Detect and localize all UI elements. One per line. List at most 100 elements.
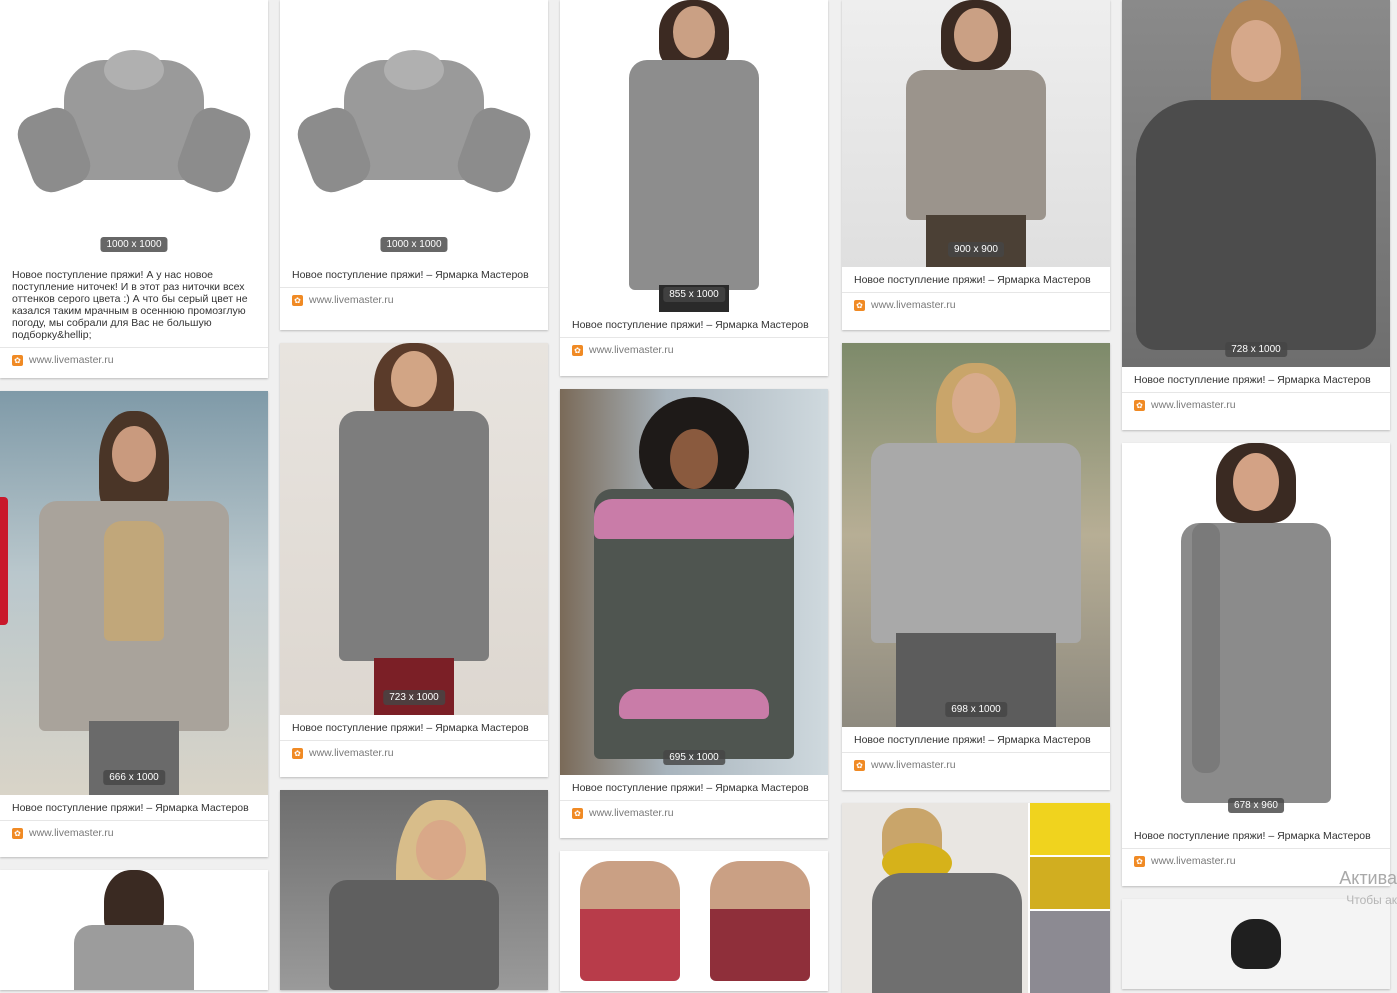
pin-card[interactable] [842,803,1110,993]
pin-source[interactable]: ✿ www.livemaster.ru [842,752,1110,777]
image-size-badge: 698 x 1000 [945,702,1007,717]
pin-image[interactable] [560,851,828,991]
model-head [673,6,715,58]
model-head [112,426,156,482]
pin-card[interactable]: 900 x 900 Новое поступление пряжи! – Ярм… [842,0,1110,330]
pin-card[interactable]: 695 x 1000 Новое поступление пряжи! – Яр… [560,389,828,838]
pin-card[interactable]: 1000 x 1000 Новое поступление пряжи! А у… [0,0,268,378]
pin-card[interactable]: 728 x 1000 Новое поступление пряжи! – Яр… [1122,0,1390,430]
pin-image[interactable]: 695 x 1000 [560,389,828,775]
livemaster-icon: ✿ [1134,399,1145,411]
pin-caption: Новое поступление пряжи! – Ярмарка Масте… [572,319,809,331]
pin-caption: Новое поступление пряжи! – Ярмарка Масте… [854,734,1091,746]
sweater-shrug-illustration [12,50,256,220]
pin-source[interactable]: ✿ www.livemaster.ru [0,347,268,372]
pin-image[interactable]: 1000 x 1000 [280,0,548,262]
pin-image[interactable]: 723 x 1000 [280,343,548,715]
source-link[interactable]: www.livemaster.ru [589,344,674,356]
livemaster-icon: ✿ [854,299,865,311]
pin-source[interactable]: ✿ www.livemaster.ru [842,292,1110,317]
pin-caption: Новое поступление пряжи! – Ярмарка Масте… [1134,830,1371,842]
pin-image[interactable]: 666 x 1000 [0,391,268,795]
color-swatch [1030,911,1110,993]
model-head [1233,453,1279,511]
image-size-badge: 1000 x 1000 [100,237,168,252]
pin-card[interactable]: 698 x 1000 Новое поступление пряжи! – Яр… [842,343,1110,790]
pin-caption: Новое поступление пряжи! – Ярмарка Масте… [292,722,529,734]
pin-source[interactable]: ✿ www.livemaster.ru [1122,392,1390,417]
pin-caption: Новое поступление пряжи! – Ярмарка Масте… [1134,374,1371,386]
tunic-dress-shape [339,411,489,661]
pin-card[interactable] [280,790,548,990]
pin-image[interactable]: 1000 x 1000 [0,0,268,262]
livemaster-icon: ✿ [292,747,303,759]
pin-image[interactable] [842,803,1110,993]
livemaster-icon: ✿ [572,807,583,819]
model-head [952,373,1000,433]
scarf-shape [1192,523,1220,773]
sweater-dress-shape [629,60,759,290]
model-head [1231,20,1281,82]
knit-poncho-shape [1136,100,1376,350]
color-swatch [1030,857,1110,909]
pin-image[interactable] [280,790,548,990]
source-link[interactable]: www.livemaster.ru [589,807,674,819]
pin-source[interactable]: ✿ www.livemaster.ru [280,740,548,765]
pin-caption: Новое поступление пряжи! – Ярмарка Масте… [292,269,529,281]
image-size-badge: 666 x 1000 [103,770,165,785]
image-size-badge: 1000 x 1000 [380,237,448,252]
pin-image[interactable]: 678 x 960 [1122,443,1390,823]
pin-card[interactable] [0,870,268,990]
image-size-badge: 678 x 960 [1228,798,1284,813]
source-link[interactable]: www.livemaster.ru [29,827,114,839]
pin-card[interactable]: 678 x 960 Новое поступление пряжи! – Ярм… [1122,443,1390,886]
livemaster-icon: ✿ [292,294,303,306]
pin-card[interactable] [1122,899,1390,989]
livemaster-icon: ✿ [12,827,23,839]
image-size-badge: 695 x 1000 [663,750,725,765]
pin-caption: Новое поступление пряжи! – Ярмарка Масте… [572,782,809,794]
pin-image[interactable]: 855 x 1000 [560,0,828,312]
model-head [670,429,718,489]
pin-card[interactable]: 723 x 1000 Новое поступление пряжи! – Яр… [280,343,548,777]
pin-source[interactable]: ✿ www.livemaster.ru [280,287,548,312]
source-link[interactable]: www.livemaster.ru [29,354,114,366]
source-link[interactable]: www.livemaster.ru [1151,855,1236,867]
jacket-shape [871,443,1081,643]
image-size-badge: 728 x 1000 [1225,342,1287,357]
livemaster-icon: ✿ [1134,855,1145,867]
pin-card[interactable]: 855 x 1000 Новое поступление пряжи! – Яр… [560,0,828,376]
pin-image[interactable]: 900 x 900 [842,0,1110,267]
pin-image[interactable]: 698 x 1000 [842,343,1110,727]
pin-caption: Новое поступление пряжи! – Ярмарка Масте… [12,802,249,814]
pin-image[interactable]: 728 x 1000 [1122,0,1390,367]
activation-watermark: Актива [1339,868,1397,888]
pin-image[interactable] [0,870,268,990]
pin-source[interactable]: ✿ www.livemaster.ru [560,337,828,362]
source-link[interactable]: www.livemaster.ru [1151,399,1236,411]
model-head [415,820,466,880]
pin-card[interactable]: 1000 x 1000 Новое поступление пряжи! – Я… [280,0,548,330]
pin-caption: Новое поступление пряжи! А у нас новое п… [12,269,248,341]
pin-source[interactable]: ✿ www.livemaster.ru [0,820,268,845]
livemaster-icon: ✿ [854,759,865,771]
source-link[interactable]: www.livemaster.ru [871,299,956,311]
source-link[interactable]: www.livemaster.ru [309,294,394,306]
source-link[interactable]: www.livemaster.ru [309,747,394,759]
livemaster-icon: ✿ [12,354,23,366]
cardigan-shape [906,70,1046,220]
livemaster-icon: ✿ [572,344,583,356]
pin-card[interactable]: 666 x 1000 Новое поступление пряжи! – Яр… [0,391,268,857]
sweater-shrug-illustration [292,50,536,220]
activation-watermark-sub: Чтобы ак [1346,893,1397,907]
source-link[interactable]: www.livemaster.ru [871,759,956,771]
pin-caption: Новое поступление пряжи! – Ярмарка Масте… [854,274,1091,286]
pin-image[interactable] [1122,899,1390,989]
model-head [954,8,998,62]
pin-card[interactable] [560,851,828,991]
image-size-badge: 723 x 1000 [383,690,445,705]
side-feedback-tab[interactable] [0,497,8,625]
image-size-badge: 900 x 900 [948,242,1004,257]
pin-source[interactable]: ✿ www.livemaster.ru [560,800,828,825]
color-swatch [1030,803,1110,855]
